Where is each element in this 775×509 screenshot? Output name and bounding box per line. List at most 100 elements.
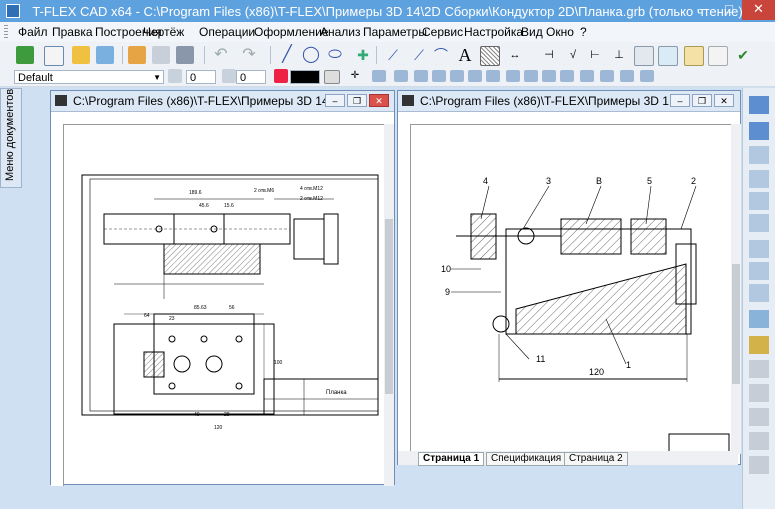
snap-intersect-icon[interactable] [506,70,520,82]
drawing-canvas[interactable]: Планка 189.6 45.6 15.6 2 отв.М6 4 отв.М1… [64,124,384,484]
menu-window[interactable]: Окно [546,25,574,39]
properties-icon[interactable] [708,46,728,66]
doc-restore-button[interactable]: ❐ [692,94,712,107]
zoom-in-icon[interactable] [749,240,769,258]
chain-icon[interactable] [749,408,769,426]
badge-icon[interactable] [749,336,769,354]
snap-circle-icon[interactable] [560,70,574,82]
print-icon[interactable] [176,46,194,64]
color-swatch[interactable] [290,70,320,84]
vertical-scrollbar[interactable] [731,124,741,454]
menu-parameters[interactable]: Параметры [363,25,427,39]
tab-page-1[interactable]: Страница 1 [418,452,485,466]
pan-icon[interactable] [749,214,769,232]
open-icon[interactable] [128,46,146,64]
tab-page-2[interactable]: Страница 2 [564,452,628,466]
points-icon[interactable] [749,384,769,402]
3d-model-icon[interactable] [96,46,114,64]
scroll-thumb[interactable] [385,219,393,394]
close-button[interactable]: ✕ [742,0,775,20]
document-title-bar[interactable]: C:\Program Files (x86)\T-FLEX\Примеры 3D… [51,91,394,112]
layers-icon[interactable] [749,310,769,328]
snap-point-icon[interactable] [524,70,538,82]
layer-field[interactable]: 0 [186,70,216,84]
line-type-icon[interactable] [324,70,340,84]
scroll-thumb[interactable] [732,264,740,384]
menu-file[interactable]: Файл [18,25,48,39]
ellipse-icon[interactable]: ⬭ [326,46,344,64]
snap-magnet-icon[interactable] [749,122,769,140]
doc-close-button[interactable]: ✕ [369,94,389,107]
roughness-icon[interactable]: √ [564,46,582,64]
snap-arc-icon[interactable] [580,70,594,82]
snap-tangent-icon[interactable] [468,70,482,82]
table-icon[interactable] [634,46,654,66]
construction-icon[interactable]: ⟋ [384,46,402,64]
axis-icon[interactable]: ⊥ [610,46,628,64]
snap-angle-icon[interactable] [600,70,614,82]
zoom-previous-icon[interactable] [749,284,769,302]
snap-mid-icon[interactable] [432,70,446,82]
document-icon[interactable] [684,46,704,66]
snap-perp-icon[interactable] [486,70,500,82]
snap-grid-icon[interactable] [372,70,386,82]
document-menu-tab[interactable]: Меню документов [0,88,22,188]
copy-icon[interactable] [749,456,769,474]
zoom-fit-icon[interactable] [749,192,769,210]
menu-help[interactable]: ? [580,25,587,39]
fillet-icon[interactable]: ⌒ [432,46,450,64]
text-icon[interactable]: A [456,46,474,64]
color-palette-icon[interactable] [274,69,288,83]
tolerance-icon[interactable]: ⊣ [540,46,558,64]
menu-service[interactable]: Сервис [422,25,463,39]
node-icon[interactable]: ✚ [354,46,372,64]
document-window-right[interactable]: C:\Program Files (x86)\T-FLEX\Примеры 3D… [397,90,741,465]
snap-settings-icon[interactable] [620,70,634,82]
open-folder-icon[interactable] [72,46,90,64]
confirm-icon[interactable] [16,46,34,64]
menu-operations[interactable]: Операции [199,25,255,39]
magnet-icon[interactable] [749,96,769,114]
snap-icon[interactable]: ✛ [348,70,362,82]
measure-icon[interactable] [749,360,769,378]
doc-restore-button[interactable]: ❐ [347,94,367,107]
document-title-bar[interactable]: C:\Program Files (x86)\T-FLEX\Примеры 3D… [398,91,740,112]
save-icon[interactable] [152,46,170,64]
snap-node-icon[interactable] [394,70,408,82]
fragment-icon[interactable] [658,46,678,66]
doc-close-button[interactable]: ✕ [714,94,734,107]
minimize-button[interactable]: – [690,0,716,20]
maximize-button[interactable]: □ [716,0,742,20]
zoom-out-icon[interactable] [749,262,769,280]
snap-line-icon[interactable] [542,70,556,82]
circle-icon[interactable]: ◯ [302,46,320,64]
snap-end-icon[interactable] [414,70,428,82]
menu-formatting[interactable]: Оформление [254,25,328,39]
graphic-line-icon[interactable]: ⟋ [410,46,428,64]
level-field[interactable]: 0 [236,70,266,84]
menu-analysis[interactable]: Анализ [320,25,361,39]
undo-icon[interactable]: ↶ [212,46,230,64]
menu-settings[interactable]: Настройка [464,25,523,39]
leader-icon[interactable]: ⊢ [586,46,604,64]
doc-minimize-button[interactable]: – [325,94,345,107]
style-dropdown[interactable]: Default ▼ [14,70,164,84]
menu-view[interactable]: Вид [521,25,543,39]
window-icon[interactable] [749,146,769,164]
tab-specification[interactable]: Спецификация [486,452,567,466]
document-window-left[interactable]: C:\Program Files (x86)\T-FLEX\Примеры 3D… [50,90,395,486]
zoom-icon[interactable] [749,170,769,188]
doc-minimize-button[interactable]: – [670,94,690,107]
check-icon[interactable]: ✔ [734,46,752,64]
snap-center-icon[interactable] [450,70,464,82]
redo-icon[interactable]: ↷ [240,46,258,64]
hatch-icon[interactable] [480,46,500,66]
menu-edit[interactable]: Правка [52,25,93,39]
line-icon[interactable]: ╱ [278,46,296,64]
drawing-canvas[interactable]: 4 3 В 5 2 10 9 11 1 120 [411,124,731,454]
vertical-scrollbar[interactable] [384,124,394,486]
grip-handle[interactable] [4,25,8,39]
nodes-icon[interactable] [749,432,769,450]
snap-extra-icon[interactable] [640,70,654,82]
new-document-icon[interactable] [44,46,64,66]
